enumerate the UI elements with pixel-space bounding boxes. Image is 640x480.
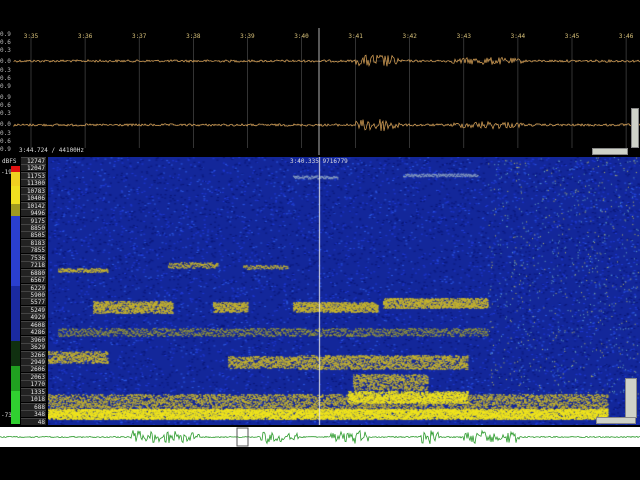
overview-waveform[interactable] [0, 427, 640, 447]
colorbar-segment [11, 186, 20, 204]
frequency-tick-label: 5577 [21, 298, 46, 306]
frequency-tick-label: 12047 [21, 164, 46, 172]
db-colorbar [11, 166, 20, 424]
frequency-tick-label: 5900 [21, 291, 46, 299]
overview-waveform-trace [0, 429, 640, 445]
frequency-tick-label: 2949 [21, 358, 46, 366]
db-unit-label: dBFS [2, 158, 17, 165]
colorbar-segment [11, 216, 20, 286]
frequency-tick-label: 6567 [21, 276, 46, 284]
frequency-tick-label: 10406 [21, 194, 46, 202]
frequency-tick-label: 3960 [21, 335, 46, 344]
position-samplerate-status: 3:44.724 / 44100Hz [19, 147, 85, 154]
time-tick-label: 3:36 [77, 33, 93, 40]
amplitude-tick-label: 0.0 [0, 58, 11, 65]
cursor-readout: 3:40.335 9716779 [290, 158, 348, 165]
time-tick-label: 3:43 [456, 33, 472, 40]
frequency-tick-label: 8505 [21, 231, 46, 239]
colorbar-segment [11, 204, 20, 216]
amplitude-tick-label: 0.6 [0, 75, 11, 82]
frequency-tick-label: 10142 [21, 201, 46, 210]
amplitude-tick-label: 0.6 [0, 39, 11, 46]
frequency-tick-label: 11753 [21, 171, 46, 180]
amplitude-tick-label: 0.6 [0, 102, 11, 109]
frequency-tick-label: 6880 [21, 268, 46, 277]
waveform-scrollbar-v[interactable] [631, 108, 639, 148]
frequency-tick-label: 2606 [21, 365, 46, 373]
amplitude-tick-label: 0.3 [0, 47, 11, 54]
frequency-tick-label: 4608 [21, 320, 46, 329]
waveform-panel[interactable] [0, 28, 640, 155]
top-band [0, 0, 640, 28]
frequency-tick-label: 9496 [21, 209, 46, 217]
frequency-tick-label: 4286 [21, 328, 46, 336]
frequency-tick-label: 4929 [21, 313, 46, 321]
time-tick-label: 3:44 [510, 33, 526, 40]
amplitude-tick-label: 0.9 [0, 94, 11, 101]
frequency-tick-label: 688 [21, 402, 46, 411]
frequency-tick-label: 7536 [21, 253, 46, 262]
waveform-plot[interactable] [0, 28, 640, 155]
frequency-tick-label: 11300 [21, 179, 46, 187]
colorbar-segment [11, 366, 20, 391]
time-tick-label: 3:38 [186, 33, 201, 40]
amplitude-tick-label: 0.9 [0, 31, 11, 38]
spectrogram-image[interactable] [48, 157, 640, 425]
frequency-tick-label: 7218 [21, 261, 46, 269]
amplitude-tick-label: 0.3 [0, 130, 11, 137]
colorbar-segment [11, 286, 20, 341]
frequency-tick-label: 8183 [21, 238, 46, 247]
spectrogram-scrollbar-v[interactable] [625, 378, 637, 418]
frequency-tick-label: 1770 [21, 380, 46, 388]
colorbar-segment [11, 341, 20, 366]
time-tick-label: 3:35 [23, 33, 39, 40]
time-tick-label: 3:40 [294, 33, 309, 40]
time-tick-label: 3:46 [618, 33, 634, 40]
amplitude-tick-label: 0.9 [0, 83, 11, 90]
time-tick-label: 3:42 [402, 33, 417, 40]
time-tick-label: 3:39 [240, 33, 255, 40]
frequency-tick-label: 3266 [21, 350, 46, 359]
frequency-tick-label: 5249 [21, 305, 46, 314]
amplitude-tick-label: 0.0 [0, 121, 11, 128]
waveform-scrollbar-h[interactable] [592, 148, 628, 155]
amplitude-tick-label: 0.6 [0, 138, 11, 145]
frequency-tick-label: 9175 [21, 216, 46, 225]
frequency-tick-label: 6229 [21, 283, 46, 292]
frequency-tick-label: 10783 [21, 186, 46, 195]
frequency-axis: 12747 12047 11753 11300 10783 10406 10142 9496 9… [21, 157, 47, 426]
amplitude-tick-label: 0.3 [0, 67, 11, 74]
frequency-tick-label: 8850 [21, 224, 46, 232]
spectrogram-scrollbar-h[interactable] [596, 417, 636, 424]
channel-waveform [13, 54, 640, 68]
frequency-tick-label: 12747 [21, 157, 46, 165]
frequency-tick-label: 3629 [21, 343, 46, 351]
amplitude-tick-label: 0.9 [0, 146, 11, 153]
time-tick-label: 3:37 [131, 33, 147, 40]
colorbar-segment [11, 391, 20, 424]
frequency-tick-label: 7855 [21, 246, 46, 254]
time-tick-label: 3:41 [348, 33, 363, 40]
bottom-band [0, 447, 640, 480]
frequency-tick-label: 1018 [21, 395, 46, 403]
frequency-tick-label: 48 [21, 417, 46, 426]
frequency-tick-label: 2063 [21, 372, 46, 381]
overview-strip[interactable] [0, 427, 640, 447]
frequency-tick-label: 348 [21, 410, 46, 418]
colorbar-segment [11, 172, 20, 186]
amplitude-tick-label: 0.3 [0, 110, 11, 117]
spectrogram-panel[interactable] [48, 157, 640, 425]
time-tick-label: 3:45 [564, 33, 580, 40]
frequency-tick-label: 1335 [21, 387, 46, 396]
